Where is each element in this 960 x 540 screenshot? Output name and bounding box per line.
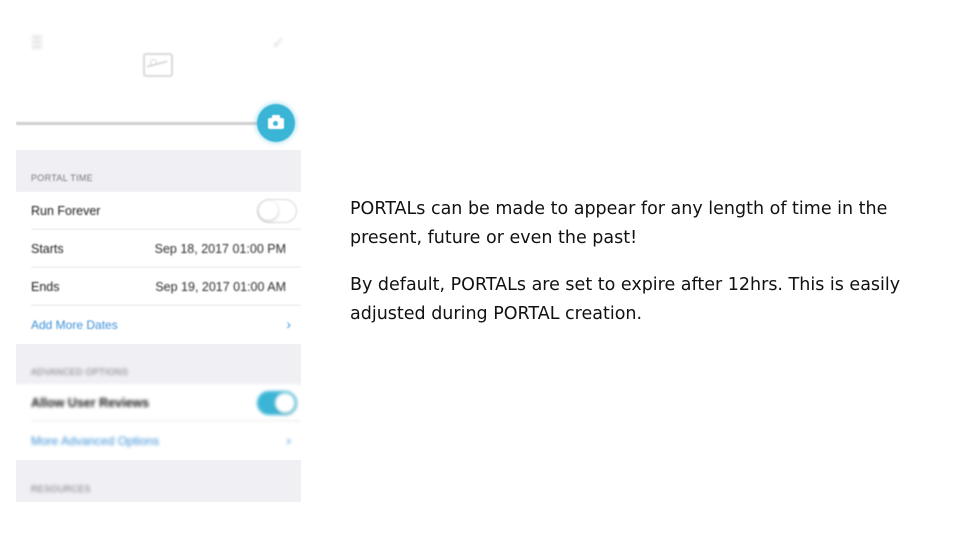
checkmark-icon[interactable]: ✓ [272, 34, 285, 52]
more-advanced-options-link[interactable]: More Advanced Options [31, 434, 159, 448]
allow-user-reviews-toggle[interactable] [257, 391, 297, 415]
section-resources [16, 460, 301, 502]
starts-value: Sep 18, 2017 01:00 PM [154, 242, 286, 256]
chevron-right-icon: › [286, 432, 291, 448]
add-more-dates-link[interactable]: Add More Dates [31, 318, 118, 332]
description-paragraph-2: By default, PORTALs are set to expire af… [350, 275, 901, 324]
menu-icon[interactable] [32, 36, 42, 51]
phone-screenshot: ✓ PORTAL TIME Run Forever Starts Sep 18,… [16, 22, 301, 502]
more-advanced-options-row[interactable]: More Advanced Options › [16, 422, 301, 460]
starts-row[interactable]: Starts Sep 18, 2017 01:00 PM [16, 230, 301, 268]
section-header-advanced-options: ADVANCED OPTIONS [31, 367, 129, 377]
ends-row[interactable]: Ends Sep 19, 2017 01:00 AM [16, 268, 301, 306]
section-header-resources: RESOURCES [31, 484, 91, 494]
section-header-portal-time: PORTAL TIME [31, 173, 93, 183]
section-advanced-options [16, 344, 301, 386]
description-paragraph-1: PORTALs can be made to appear for any le… [350, 199, 888, 248]
allow-user-reviews-label: Allow User Reviews [31, 396, 150, 410]
section-portal-time [16, 150, 301, 192]
run-forever-label: Run Forever [31, 204, 101, 218]
cover-image-divider [16, 122, 266, 125]
run-forever-toggle[interactable] [257, 199, 297, 223]
ends-label: Ends [31, 280, 60, 294]
starts-label: Starts [31, 242, 64, 256]
add-more-dates-row[interactable]: Add More Dates › [16, 306, 301, 344]
ends-value: Sep 19, 2017 01:00 AM [155, 280, 286, 294]
description-text: PORTALs can be made to appear for any le… [350, 195, 910, 347]
allow-user-reviews-row[interactable]: Allow User Reviews [16, 384, 301, 422]
run-forever-row[interactable]: Run Forever [16, 192, 301, 230]
image-placeholder-icon[interactable] [143, 53, 173, 77]
camera-button[interactable] [257, 104, 295, 142]
chevron-right-icon: › [286, 316, 291, 332]
camera-icon [268, 114, 284, 129]
